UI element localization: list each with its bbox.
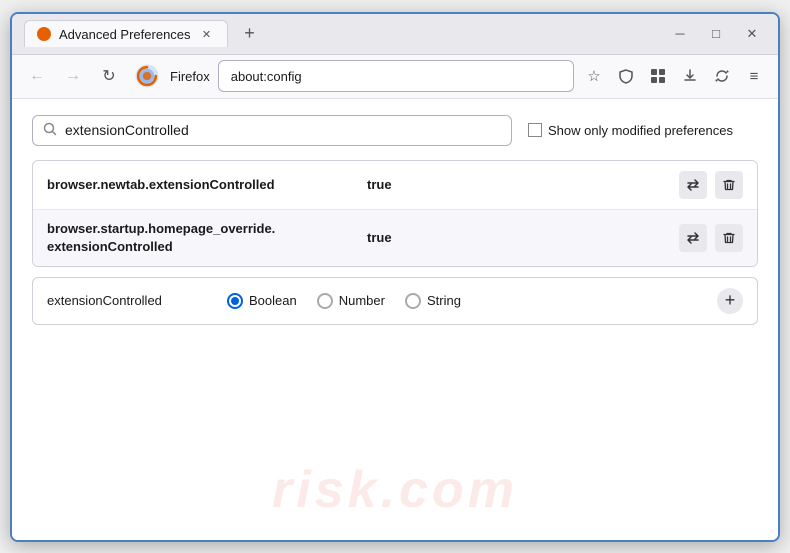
radio-boolean[interactable]: Boolean <box>227 293 297 309</box>
pref-value: true <box>367 230 669 245</box>
menu-icon[interactable]: ≡ <box>740 62 768 90</box>
extensions-icon[interactable] <box>644 62 672 90</box>
pref-value: true <box>367 177 669 192</box>
pref-name: browser.newtab.extensionControlled <box>47 177 357 192</box>
address-text: about:config <box>231 69 302 84</box>
show-modified-option[interactable]: Show only modified preferences <box>528 123 733 138</box>
search-bar: Show only modified preferences <box>32 115 758 146</box>
table-row: browser.startup.homepage_override. exten… <box>33 210 757 266</box>
watermark: risk.com <box>272 460 518 520</box>
reload-button[interactable]: ↻ <box>94 61 124 91</box>
firefox-tab-icon <box>37 27 51 41</box>
sync-icon[interactable] <box>708 62 736 90</box>
back-button[interactable]: ← <box>22 61 52 91</box>
firefox-label: Firefox <box>170 69 210 84</box>
preferences-table: browser.newtab.extensionControlled true <box>32 160 758 267</box>
delete-button[interactable] <box>715 224 743 252</box>
content-area: risk.com Show only modified preferences <box>12 99 778 540</box>
delete-button[interactable] <box>715 171 743 199</box>
swap-button[interactable] <box>679 224 707 252</box>
close-button[interactable]: ✕ <box>738 24 766 44</box>
browser-tab[interactable]: Advanced Preferences ✕ <box>24 20 228 47</box>
new-pref-name: extensionControlled <box>47 293 207 308</box>
swap-button[interactable] <box>679 171 707 199</box>
radio-boolean-fill <box>231 297 239 305</box>
search-input[interactable] <box>65 122 501 138</box>
minimize-button[interactable]: ─ <box>666 24 694 44</box>
address-bar[interactable]: about:config <box>218 60 574 92</box>
firefox-logo-icon <box>134 63 160 89</box>
pref-name-multiline: browser.startup.homepage_override. exten… <box>47 220 357 256</box>
radio-boolean-indicator <box>227 293 243 309</box>
radio-string-label: String <box>427 293 461 308</box>
title-bar: Advanced Preferences ✕ + ─ □ ✕ <box>12 14 778 55</box>
table-row: browser.newtab.extensionControlled true <box>33 161 757 210</box>
tab-label: Advanced Preferences <box>59 27 191 42</box>
window-controls: ─ □ ✕ <box>666 24 766 44</box>
add-preference-row: extensionControlled Boolean Number <box>32 277 758 325</box>
radio-number-indicator <box>317 293 333 309</box>
pocket-icon[interactable] <box>612 62 640 90</box>
pref-actions <box>679 224 743 252</box>
radio-string-indicator <box>405 293 421 309</box>
type-radio-group: Boolean Number String <box>227 293 697 309</box>
radio-string[interactable]: String <box>405 293 461 309</box>
radio-number-label: Number <box>339 293 385 308</box>
nav-bar: ← → ↻ Firefox about:config ☆ <box>12 55 778 99</box>
maximize-button[interactable]: □ <box>702 24 730 44</box>
browser-window: Advanced Preferences ✕ + ─ □ ✕ ← → ↻ Fir… <box>10 12 780 542</box>
add-preference-button[interactable]: + <box>717 288 743 314</box>
bookmark-icon[interactable]: ☆ <box>580 62 608 90</box>
search-icon <box>43 122 57 139</box>
tab-close-button[interactable]: ✕ <box>199 26 215 42</box>
nav-icons: ☆ <box>580 62 768 90</box>
radio-boolean-label: Boolean <box>249 293 297 308</box>
new-tab-button[interactable]: + <box>236 20 264 48</box>
forward-button[interactable]: → <box>58 61 88 91</box>
show-modified-label: Show only modified preferences <box>548 123 733 138</box>
show-modified-checkbox[interactable] <box>528 123 542 137</box>
pref-actions <box>679 171 743 199</box>
radio-number[interactable]: Number <box>317 293 385 309</box>
downloads-icon[interactable] <box>676 62 704 90</box>
search-input-wrap[interactable] <box>32 115 512 146</box>
